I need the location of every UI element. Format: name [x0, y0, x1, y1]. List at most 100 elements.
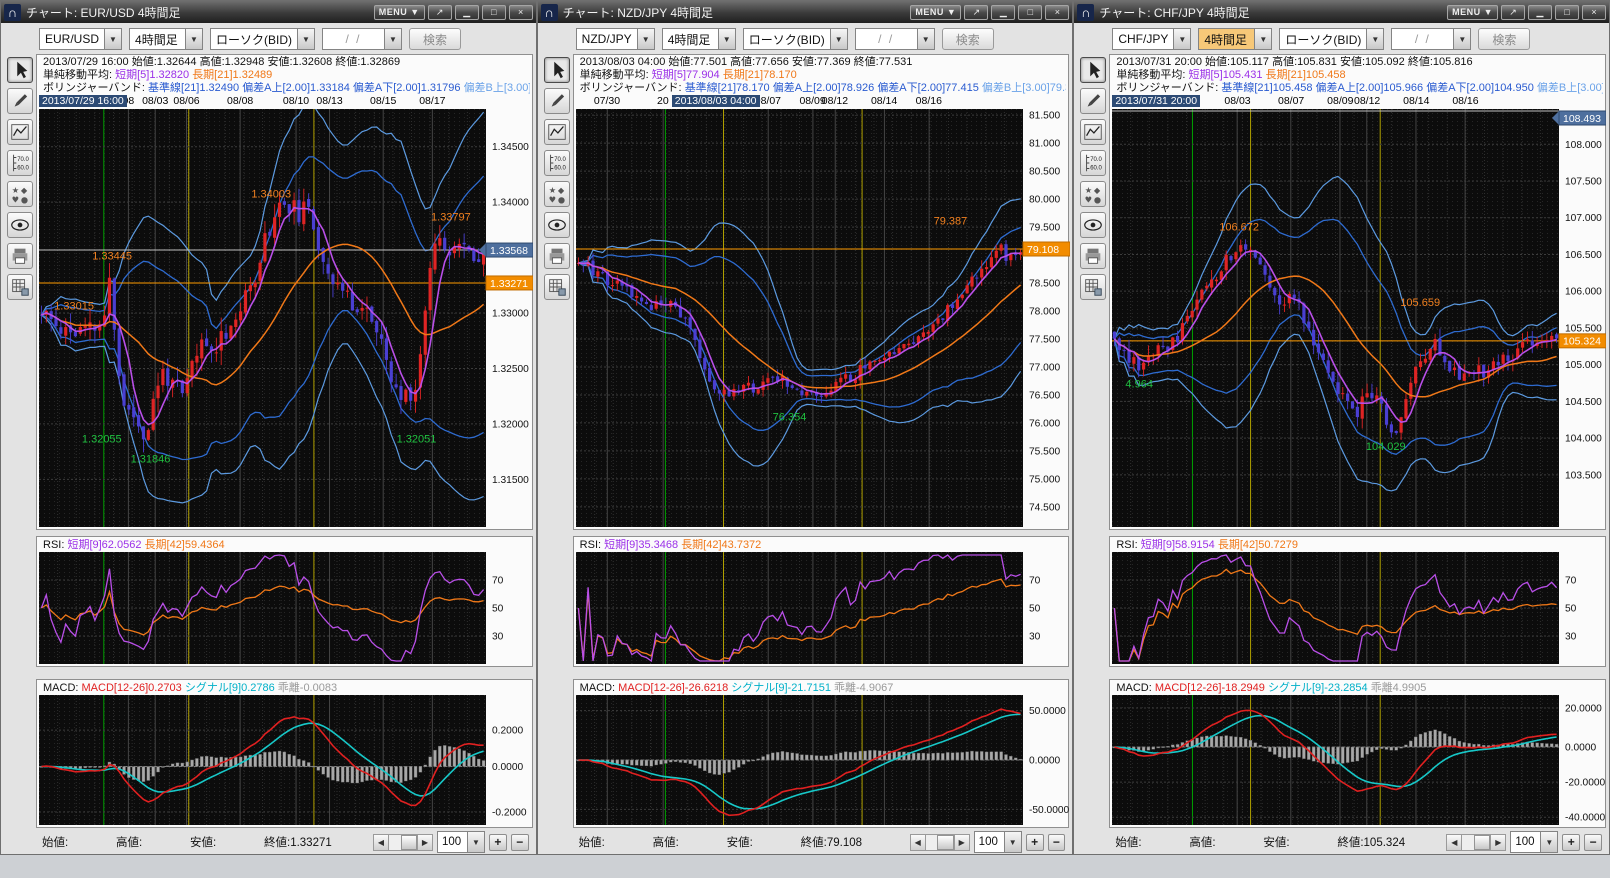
zoom-in-button[interactable]: +: [1026, 834, 1044, 851]
window-titlebar[interactable]: ∩ チャート: CHF/JPY 4時間足 MENU ▼ ↗ ▁ □ ×: [1074, 1, 1609, 23]
minimize-button[interactable]: ▁: [455, 5, 479, 20]
zoom-in-button[interactable]: +: [489, 834, 507, 851]
pair-select-value[interactable]: CHF/JPY: [1112, 28, 1173, 50]
chevron-down-icon[interactable]: ▼: [1004, 831, 1022, 853]
chart-type-select-value[interactable]: ローソク(BID): [1279, 28, 1366, 50]
chevron-down-icon[interactable]: ▼: [917, 28, 935, 50]
cursor-tool-button[interactable]: [544, 57, 570, 83]
chart-scrollbar[interactable]: ◀ ▶: [373, 834, 433, 851]
menu-button[interactable]: MENU ▼: [1447, 5, 1498, 20]
chart-type-select-value[interactable]: ローソク(BID): [743, 28, 830, 50]
zoom-out-button[interactable]: −: [511, 834, 529, 851]
scroll-right-icon[interactable]: ▶: [417, 834, 433, 851]
chevron-down-icon[interactable]: ▼: [1254, 28, 1272, 50]
candlestick-chart[interactable]: 108.000107.500107.000106.500106.000105.5…: [1112, 109, 1603, 527]
zoom-select-value[interactable]: 100: [437, 831, 467, 853]
pencil-tool-button[interactable]: [7, 88, 33, 114]
timeframe-select-value[interactable]: 4時間足: [1198, 28, 1254, 50]
visibility-button[interactable]: [7, 212, 33, 238]
search-button[interactable]: 検索: [409, 28, 461, 50]
indicator-tool-button[interactable]: [1080, 119, 1106, 145]
chart-type-select[interactable]: ローソク(BID) ▼: [1279, 28, 1384, 50]
visibility-button[interactable]: [544, 212, 570, 238]
cursor-tool-button[interactable]: [1080, 57, 1106, 83]
candlestick-chart[interactable]: 1.345001.340001.330001.325001.320001.315…: [39, 109, 530, 527]
chevron-down-icon[interactable]: ▼: [384, 28, 402, 50]
date-picker-value[interactable]: / /: [1391, 28, 1453, 50]
zoom-select[interactable]: 100 ▼: [437, 831, 485, 853]
candlestick-chart[interactable]: 81.50081.00080.50080.00079.50078.50078.0…: [576, 109, 1067, 527]
print-button[interactable]: [7, 243, 33, 269]
scroll-left-icon[interactable]: ◀: [910, 834, 926, 851]
minimize-button[interactable]: ▁: [1528, 5, 1552, 20]
menu-button[interactable]: MENU ▼: [374, 5, 425, 20]
pencil-tool-button[interactable]: [1080, 88, 1106, 114]
pencil-tool-button[interactable]: [544, 88, 570, 114]
chevron-down-icon[interactable]: ▼: [1173, 28, 1191, 50]
macd-chart[interactable]: 20.00000.0000-20.0000-40.0000: [1112, 695, 1603, 825]
date-picker-value[interactable]: / /: [322, 28, 384, 50]
scrollbar-track[interactable]: [926, 834, 954, 851]
chevron-down-icon[interactable]: ▼: [637, 28, 655, 50]
zoom-select-value[interactable]: 100: [974, 831, 1004, 853]
chevron-down-icon[interactable]: ▼: [830, 28, 848, 50]
scrollbar-thumb[interactable]: [937, 835, 953, 850]
print-button[interactable]: [1080, 243, 1106, 269]
save-layout-button[interactable]: [7, 274, 33, 300]
date-picker-value[interactable]: / /: [855, 28, 917, 50]
zoom-select-value[interactable]: 100: [1510, 831, 1540, 853]
chevron-down-icon[interactable]: ▼: [1453, 28, 1471, 50]
chart-type-select[interactable]: ローソク(BID) ▼: [210, 28, 315, 50]
scroll-left-icon[interactable]: ◀: [1446, 834, 1462, 851]
chart-scrollbar[interactable]: ◀ ▶: [1446, 834, 1506, 851]
chart-type-select[interactable]: ローソク(BID) ▼: [743, 28, 848, 50]
menu-button[interactable]: MENU ▼: [910, 5, 961, 20]
scroll-left-icon[interactable]: ◀: [373, 834, 389, 851]
visibility-button[interactable]: [1080, 212, 1106, 238]
scrollbar-thumb[interactable]: [401, 835, 417, 850]
scroll-right-icon[interactable]: ▶: [1490, 834, 1506, 851]
chart-scrollbar[interactable]: ◀ ▶: [910, 834, 970, 851]
close-button[interactable]: ×: [1045, 5, 1069, 20]
print-button[interactable]: [544, 243, 570, 269]
date-picker[interactable]: / / ▼: [1391, 28, 1471, 50]
axis-scale-button[interactable]: 70.060.0: [544, 150, 570, 176]
zoom-in-button[interactable]: +: [1562, 834, 1580, 851]
zoom-select[interactable]: 100 ▼: [1510, 831, 1558, 853]
chevron-down-icon[interactable]: ▼: [104, 28, 122, 50]
timeframe-select-value[interactable]: 4時間足: [129, 28, 185, 50]
pair-select-value[interactable]: NZD/JPY: [576, 28, 637, 50]
rsi-chart[interactable]: 705030: [39, 552, 530, 664]
scrollbar-thumb[interactable]: [1474, 835, 1490, 850]
axis-scale-button[interactable]: 70.060.0: [1080, 150, 1106, 176]
pair-select-value[interactable]: EUR/USD: [39, 28, 104, 50]
save-layout-button[interactable]: [544, 274, 570, 300]
chevron-down-icon[interactable]: ▼: [297, 28, 315, 50]
popout-icon[interactable]: ↗: [1501, 5, 1525, 20]
timeframe-select[interactable]: 4時間足 ▼: [662, 28, 736, 50]
scrollbar-track[interactable]: [389, 834, 417, 851]
chevron-down-icon[interactable]: ▼: [467, 831, 485, 853]
timeframe-select[interactable]: 4時間足 ▼: [1198, 28, 1272, 50]
rsi-chart[interactable]: 705030: [1112, 552, 1603, 664]
maximize-button[interactable]: □: [1018, 5, 1042, 20]
maximize-button[interactable]: □: [482, 5, 506, 20]
symbols-stamp-button[interactable]: ★◆♥●: [1080, 181, 1106, 207]
timeframe-select-value[interactable]: 4時間足: [662, 28, 718, 50]
window-titlebar[interactable]: ∩ チャート: EUR/USD 4時間足 MENU ▼ ↗ ▁ □ ×: [1, 1, 536, 23]
window-titlebar[interactable]: ∩ チャート: NZD/JPY 4時間足 MENU ▼ ↗ ▁ □ ×: [538, 1, 1073, 23]
scrollbar-track[interactable]: [1462, 834, 1490, 851]
maximize-button[interactable]: □: [1555, 5, 1579, 20]
scroll-right-icon[interactable]: ▶: [954, 834, 970, 851]
indicator-tool-button[interactable]: [544, 119, 570, 145]
timeframe-select[interactable]: 4時間足 ▼: [129, 28, 203, 50]
date-picker[interactable]: / / ▼: [855, 28, 935, 50]
cursor-tool-button[interactable]: [7, 57, 33, 83]
symbols-stamp-button[interactable]: ★◆♥●: [544, 181, 570, 207]
chevron-down-icon[interactable]: ▼: [718, 28, 736, 50]
close-button[interactable]: ×: [509, 5, 533, 20]
chevron-down-icon[interactable]: ▼: [185, 28, 203, 50]
search-button[interactable]: 検索: [942, 28, 994, 50]
indicator-tool-button[interactable]: [7, 119, 33, 145]
pair-select[interactable]: NZD/JPY ▼: [576, 28, 655, 50]
